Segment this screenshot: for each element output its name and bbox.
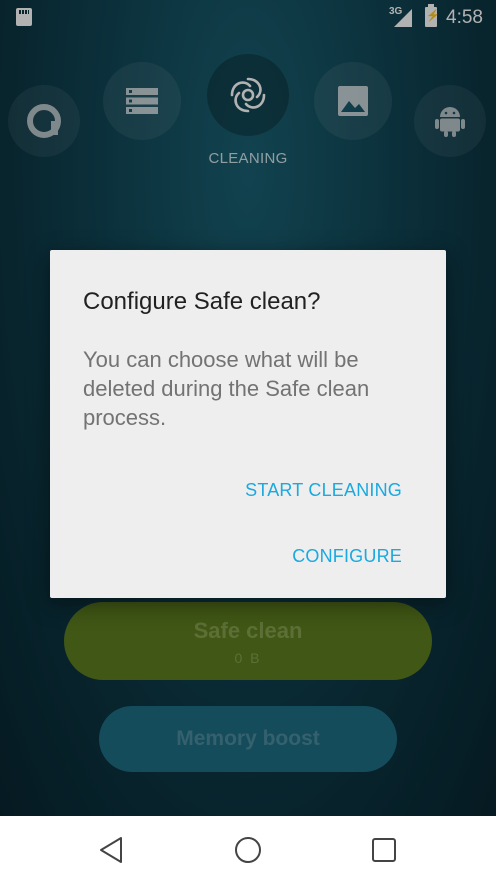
dialog-title: Configure Safe clean? xyxy=(83,288,321,315)
nav-recent-button[interactable] xyxy=(366,832,402,868)
nav-home-button[interactable] xyxy=(230,832,266,868)
recent-apps-icon xyxy=(372,838,396,862)
start-cleaning-button[interactable]: START CLEANING xyxy=(245,480,402,501)
configure-dialog: Configure Safe clean? You can choose wha… xyxy=(50,250,446,598)
app-screen: 3G 4:58 xyxy=(0,0,496,816)
navigation-bar xyxy=(0,816,496,883)
back-icon xyxy=(100,837,122,863)
home-icon xyxy=(235,837,261,863)
nav-back-button[interactable] xyxy=(93,832,129,868)
configure-button[interactable]: CONFIGURE xyxy=(292,546,402,567)
dialog-message: You can choose what will be deleted duri… xyxy=(83,347,370,430)
